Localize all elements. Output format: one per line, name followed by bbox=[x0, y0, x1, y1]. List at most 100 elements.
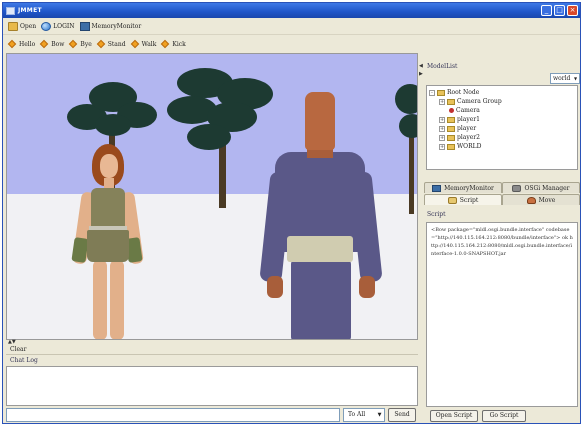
world-value: world bbox=[553, 75, 571, 82]
action-stand-button[interactable]: Stand bbox=[96, 39, 126, 49]
model-list-label: ModelList bbox=[427, 63, 458, 70]
tool-tabs-bottom: Script Move bbox=[424, 194, 580, 205]
memory-monitor-button[interactable]: MemoryMonitor bbox=[79, 20, 142, 34]
action-toolbar: Hello Bow Bye Stand Walk Kick bbox=[3, 36, 580, 52]
action-label: Kick bbox=[172, 40, 186, 48]
action-label: Hello bbox=[19, 40, 36, 48]
tree-node-root[interactable]: - Root Node bbox=[429, 88, 577, 97]
action-bye-button[interactable]: Bye bbox=[69, 39, 92, 49]
action-bow-button[interactable]: Bow bbox=[39, 39, 65, 49]
tree-node-label: player bbox=[457, 125, 477, 132]
folder-icon bbox=[447, 143, 455, 150]
right-panel: ModelList world ▼ - Root Node + Camera G… bbox=[424, 53, 580, 423]
tree bbox=[395, 84, 417, 214]
tree-node-label: player2 bbox=[457, 134, 480, 141]
diamond-icon bbox=[96, 39, 106, 49]
script-label: Script bbox=[427, 211, 446, 218]
3d-viewport[interactable] bbox=[6, 53, 418, 340]
window-title: JMMET bbox=[18, 7, 42, 14]
action-label: Bye bbox=[80, 40, 92, 48]
tab-label: Move bbox=[538, 196, 556, 204]
model-tree[interactable]: - Root Node + Camera Group Camera + play… bbox=[426, 85, 578, 170]
tree-node-world[interactable]: + WORLD bbox=[429, 142, 577, 151]
diamond-icon bbox=[161, 39, 170, 49]
expand-icon[interactable]: + bbox=[439, 125, 445, 132]
diamond-icon bbox=[7, 39, 17, 49]
expand-icon[interactable]: + bbox=[439, 98, 445, 105]
chevron-down-icon[interactable]: ▼ bbox=[375, 409, 384, 421]
login-label: LOGIN bbox=[53, 23, 75, 30]
tree-node-player1[interactable]: + player1 bbox=[429, 115, 577, 124]
collapse-icon[interactable]: - bbox=[429, 89, 435, 96]
male-avatar[interactable] bbox=[235, 92, 395, 339]
app-window: JMMET _ □ × Open LOGIN MemoryMonitor Hel… bbox=[2, 2, 581, 424]
script-editor[interactable]: <Bow package="mldl.osgi.bundle.interface… bbox=[426, 222, 578, 407]
camera-node-icon bbox=[449, 108, 454, 113]
tab-memory-monitor[interactable]: MemoryMonitor bbox=[424, 182, 502, 193]
action-label: Stand bbox=[107, 40, 126, 48]
tab-osgi-manager[interactable]: OSGi Manager bbox=[502, 182, 580, 193]
expand-icon[interactable]: + bbox=[439, 116, 445, 123]
action-kick-button[interactable]: Kick bbox=[161, 39, 186, 49]
tab-script[interactable]: Script bbox=[424, 194, 502, 205]
tree-node-label: Camera Group bbox=[457, 98, 502, 105]
globe-icon bbox=[41, 22, 52, 31]
monitor-icon bbox=[432, 184, 442, 192]
open-label: Open bbox=[20, 23, 37, 30]
action-label: Walk bbox=[141, 40, 157, 48]
login-button[interactable]: LOGIN bbox=[41, 20, 75, 34]
expand-icon[interactable]: + bbox=[439, 143, 445, 150]
chat-log-label: Chat Log bbox=[10, 357, 38, 364]
chat-target-select[interactable]: To All ▼ bbox=[343, 408, 385, 422]
folder-icon bbox=[447, 125, 455, 132]
world-select[interactable]: world ▼ bbox=[550, 73, 580, 84]
main-toolbar: Open LOGIN MemoryMonitor bbox=[3, 19, 580, 35]
gear-icon bbox=[512, 184, 522, 192]
tree-node-label: player1 bbox=[457, 116, 480, 123]
tree-node-label: Root Node bbox=[447, 89, 480, 96]
close-button[interactable]: × bbox=[567, 5, 578, 16]
folder-icon bbox=[447, 134, 455, 141]
tab-move[interactable]: Move bbox=[502, 194, 580, 205]
folder-icon bbox=[437, 89, 445, 96]
tool-tabs-top: MemoryMonitor OSGi Manager bbox=[424, 182, 580, 193]
diamond-icon bbox=[39, 39, 49, 49]
tree-node-player2[interactable]: + player2 bbox=[429, 133, 577, 142]
action-hello-button[interactable]: Hello bbox=[7, 39, 36, 49]
tab-label: MemoryMonitor bbox=[444, 184, 494, 192]
action-label: Bow bbox=[51, 40, 65, 48]
collapse-arrow-icon[interactable]: ◀ bbox=[419, 63, 423, 69]
person-icon bbox=[526, 196, 536, 204]
folder-icon bbox=[447, 98, 455, 105]
app-icon bbox=[6, 6, 15, 15]
chat-input[interactable] bbox=[6, 408, 340, 422]
chat-target-value: To All bbox=[348, 411, 366, 418]
tree-node-camera-group[interactable]: + Camera Group bbox=[429, 97, 577, 106]
expand-icon[interactable]: + bbox=[439, 134, 445, 141]
tab-label: OSGi Manager bbox=[524, 184, 570, 192]
tree-node-label: WORLD bbox=[457, 143, 482, 150]
open-button[interactable]: Open bbox=[8, 20, 36, 34]
expand-arrow-icon[interactable]: ▶ bbox=[419, 71, 423, 77]
scroll-icon bbox=[447, 196, 457, 204]
go-script-button[interactable]: Go Script bbox=[482, 410, 526, 422]
female-avatar[interactable] bbox=[67, 144, 147, 339]
send-button[interactable]: Send bbox=[388, 408, 416, 422]
monitor-icon bbox=[79, 22, 90, 31]
folder-icon bbox=[447, 116, 455, 123]
tree-node-label: Camera bbox=[456, 107, 480, 114]
clear-button[interactable]: Clear bbox=[6, 344, 418, 355]
tree-node-player[interactable]: + player bbox=[429, 124, 577, 133]
diamond-icon bbox=[130, 39, 139, 49]
title-bar[interactable]: JMMET _ □ × bbox=[3, 3, 580, 18]
memory-monitor-label: MemoryMonitor bbox=[91, 23, 142, 30]
chevron-down-icon[interactable]: ▼ bbox=[572, 74, 579, 83]
tab-label: Script bbox=[459, 196, 479, 204]
action-walk-button[interactable]: Walk bbox=[130, 39, 157, 49]
maximize-button[interactable]: □ bbox=[554, 5, 565, 16]
tree-node-camera[interactable]: Camera bbox=[429, 106, 577, 115]
chat-log[interactable] bbox=[6, 366, 418, 406]
folder-icon bbox=[8, 22, 18, 31]
open-script-button[interactable]: Open Script bbox=[430, 410, 478, 422]
minimize-button[interactable]: _ bbox=[541, 5, 552, 16]
